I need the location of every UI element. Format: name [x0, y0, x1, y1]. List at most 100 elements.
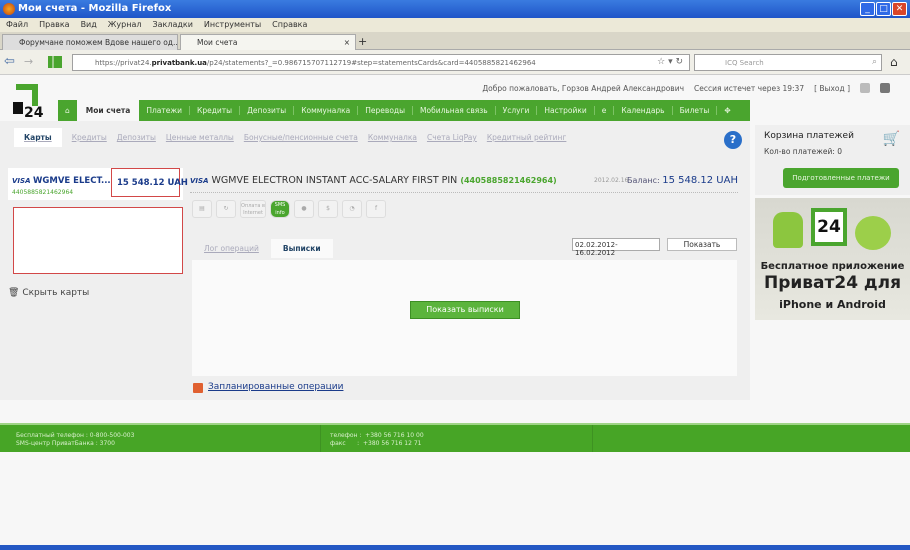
internet-payment-icon[interactable]: Оплата в Internet — [240, 200, 266, 218]
footer: Бесплатный телефон : 0-800-500-003 SMS-це… — [0, 423, 910, 452]
close-button[interactable]: ✕ — [892, 2, 907, 16]
sms-info-icon[interactable]: SMS info — [270, 200, 290, 218]
nav-e[interactable]: е — [593, 106, 614, 115]
card-title: VISA WGMVE ELECTRON INSTANT ACC-SALARY F… — [190, 175, 738, 193]
visa-logo: VISA — [12, 177, 31, 185]
navigation-bar: ⇦ → https://privat24.privatbank.ua/p24/s… — [0, 50, 910, 75]
card-number: 4405885821462964 — [12, 189, 74, 196]
browser-tab-accounts[interactable]: Мои счета × — [180, 34, 356, 50]
card-balance: 15 548.12 UAH — [111, 168, 188, 197]
mail-icon[interactable] — [860, 83, 870, 93]
browser-tab-forum[interactable]: Форумчане поможем Вдове нашего од... — [2, 34, 178, 50]
footer-fax: факс : +380 56 716 12 71 — [330, 440, 422, 447]
balance-date: 2012.02.16 — [594, 177, 629, 184]
nav-credits[interactable]: Кредиты — [189, 106, 239, 115]
app-ad-banner[interactable]: 24 Бесплатное приложение Приват24 для iP… — [755, 198, 910, 320]
subtab-liqpay[interactable]: Счета LiqPay — [427, 133, 477, 147]
hide-cards-link[interactable]: 🗑 Скрыть карты — [8, 288, 89, 298]
header-user-info: Добро пожаловать, Горзов Андрей Александ… — [482, 83, 890, 93]
empty-card-box — [13, 207, 183, 274]
nav-services[interactable]: Услуги — [494, 106, 537, 115]
trash-icon: 🗑 — [8, 288, 20, 298]
nav-deposits[interactable]: Депозиты — [239, 106, 293, 115]
piggy-bank-icon[interactable]: ● — [294, 200, 314, 218]
nav-tickets[interactable]: Билеты — [671, 106, 717, 115]
tab-close-icon[interactable]: × — [344, 38, 350, 47]
main-nav: ⌂ Мои счета Платежи Кредиты Депозиты Ком… — [58, 100, 750, 121]
visa-logo: VISA — [190, 177, 209, 185]
apple-icon — [855, 216, 891, 250]
nav-my-accounts[interactable]: Мои счета — [76, 100, 140, 121]
nav-calendar[interactable]: Календарь — [613, 106, 671, 115]
back-button[interactable]: ⇦ — [4, 54, 15, 69]
nav-transfers[interactable]: Переводы — [357, 106, 412, 115]
prepared-payments-button[interactable]: Подготовленные платежи — [783, 168, 899, 188]
search-input[interactable]: ICQ Search ⌕ — [694, 54, 882, 71]
nav-settings[interactable]: Настройки — [536, 106, 593, 115]
sub-tabs: Карты Кредиты Депозиты Ценные металлы Бо… — [14, 128, 567, 147]
menu-help[interactable]: Справка — [272, 20, 307, 30]
money-bag-icon[interactable]: $ — [318, 200, 338, 218]
operation-tabs: Лог операций Выписки — [192, 239, 333, 258]
tab-operations-log[interactable]: Лог операций — [192, 239, 271, 258]
clock-icon[interactable]: ◔ — [342, 200, 362, 218]
payment-cart: Корзина платежей Кол-во платежей: 0 🛒 По… — [755, 125, 910, 195]
taskbar — [0, 545, 910, 550]
subtab-credits[interactable]: Кредиты — [72, 133, 107, 147]
forward-button[interactable]: → — [24, 55, 33, 68]
ad-line3: iPhone и Android — [779, 298, 886, 311]
tab-statements[interactable]: Выписки — [270, 239, 333, 258]
new-tab-button[interactable]: + — [358, 35, 367, 48]
menu-bookmarks[interactable]: Закладки — [152, 20, 192, 30]
signal-icon — [48, 56, 62, 68]
statement-icon[interactable]: ▤ — [192, 200, 212, 218]
info-icon[interactable] — [880, 83, 890, 93]
nav-more-icon[interactable]: ✥ — [716, 106, 737, 115]
show-statements-button[interactable]: Показать выписки — [410, 301, 520, 319]
subtab-utilities[interactable]: Коммуналка — [368, 133, 417, 147]
refresh-icon[interactable]: ↻ — [216, 200, 236, 218]
show-button[interactable]: Показать — [667, 238, 737, 251]
footer-phone: телефон : +380 56 716 10 00 — [330, 432, 424, 439]
menu-history[interactable]: Журнал — [108, 20, 142, 30]
android-icon — [773, 212, 803, 248]
home-icon[interactable]: ⌂ — [890, 55, 898, 69]
balance-summary: Баланс: 15 548.12 UAH — [626, 175, 738, 186]
url-bar[interactable]: https://privat24.privatbank.ua/p24/state… — [72, 54, 690, 71]
subtab-metals[interactable]: Ценные металлы — [166, 133, 234, 147]
window-title-bar: Мои счета - Mozilla Firefox — [0, 0, 910, 18]
content-panel: Карты Кредиты Депозиты Ценные металлы Бо… — [0, 121, 750, 400]
session-timer: Сессия истечет через 19:37 — [694, 83, 805, 93]
page: 24 Добро пожаловать, Горзов Андрей Алекс… — [0, 75, 910, 550]
nav-mobile[interactable]: Мобильная связь — [412, 106, 495, 115]
cart-icon[interactable]: 🛒 — [883, 131, 900, 147]
search-icon[interactable]: ⌕ — [872, 57, 877, 67]
nav-utilities[interactable]: Коммуналка — [293, 106, 357, 115]
subtab-cards[interactable]: Карты — [14, 128, 62, 147]
facebook-icon[interactable]: f — [366, 200, 386, 218]
subtab-credit-rating[interactable]: Кредитный рейтинг — [487, 133, 567, 147]
privat24-logo: 24 — [13, 84, 44, 118]
logout-link[interactable]: [ Выход ] — [814, 84, 850, 93]
subtab-bonus[interactable]: Бонусные/пенсионные счета — [244, 133, 358, 147]
cart-title: Корзина платежей — [764, 131, 854, 141]
minimize-button[interactable]: _ — [860, 2, 875, 16]
card-actions: ▤ ↻ Оплата в Internet SMS info ● $ ◔ f — [192, 200, 386, 218]
subtab-deposits[interactable]: Депозиты — [117, 133, 156, 147]
card-short-name: WGMVE ELECT... — [33, 176, 111, 186]
privat24-app-icon: 24 — [811, 208, 847, 246]
maximize-button[interactable]: □ — [876, 2, 891, 16]
nav-payments[interactable]: Платежи — [139, 106, 189, 115]
card-full-name: WGMVE ELECTRON INSTANT ACC-SALARY FIRST … — [211, 175, 458, 186]
bookmark-star-icon[interactable]: ☆ ▾ ↻ — [657, 57, 683, 67]
welcome-text: Добро пожаловать, Горзов Андрей Александ… — [482, 83, 685, 93]
date-range-input[interactable]: 02.02.2012-16.02.2012 — [572, 238, 660, 257]
menu-edit[interactable]: Правка — [39, 20, 69, 30]
menu-tools[interactable]: Инструменты — [204, 20, 261, 30]
help-icon[interactable]: ? — [724, 131, 742, 149]
menu-view[interactable]: Вид — [81, 20, 97, 30]
home-nav-icon[interactable]: ⌂ — [58, 106, 77, 115]
planned-operations-link[interactable]: Запланированные операции — [193, 382, 343, 392]
menu-file[interactable]: Файл — [6, 20, 28, 30]
cart-count: Кол-во платежей: 0 — [764, 147, 843, 156]
